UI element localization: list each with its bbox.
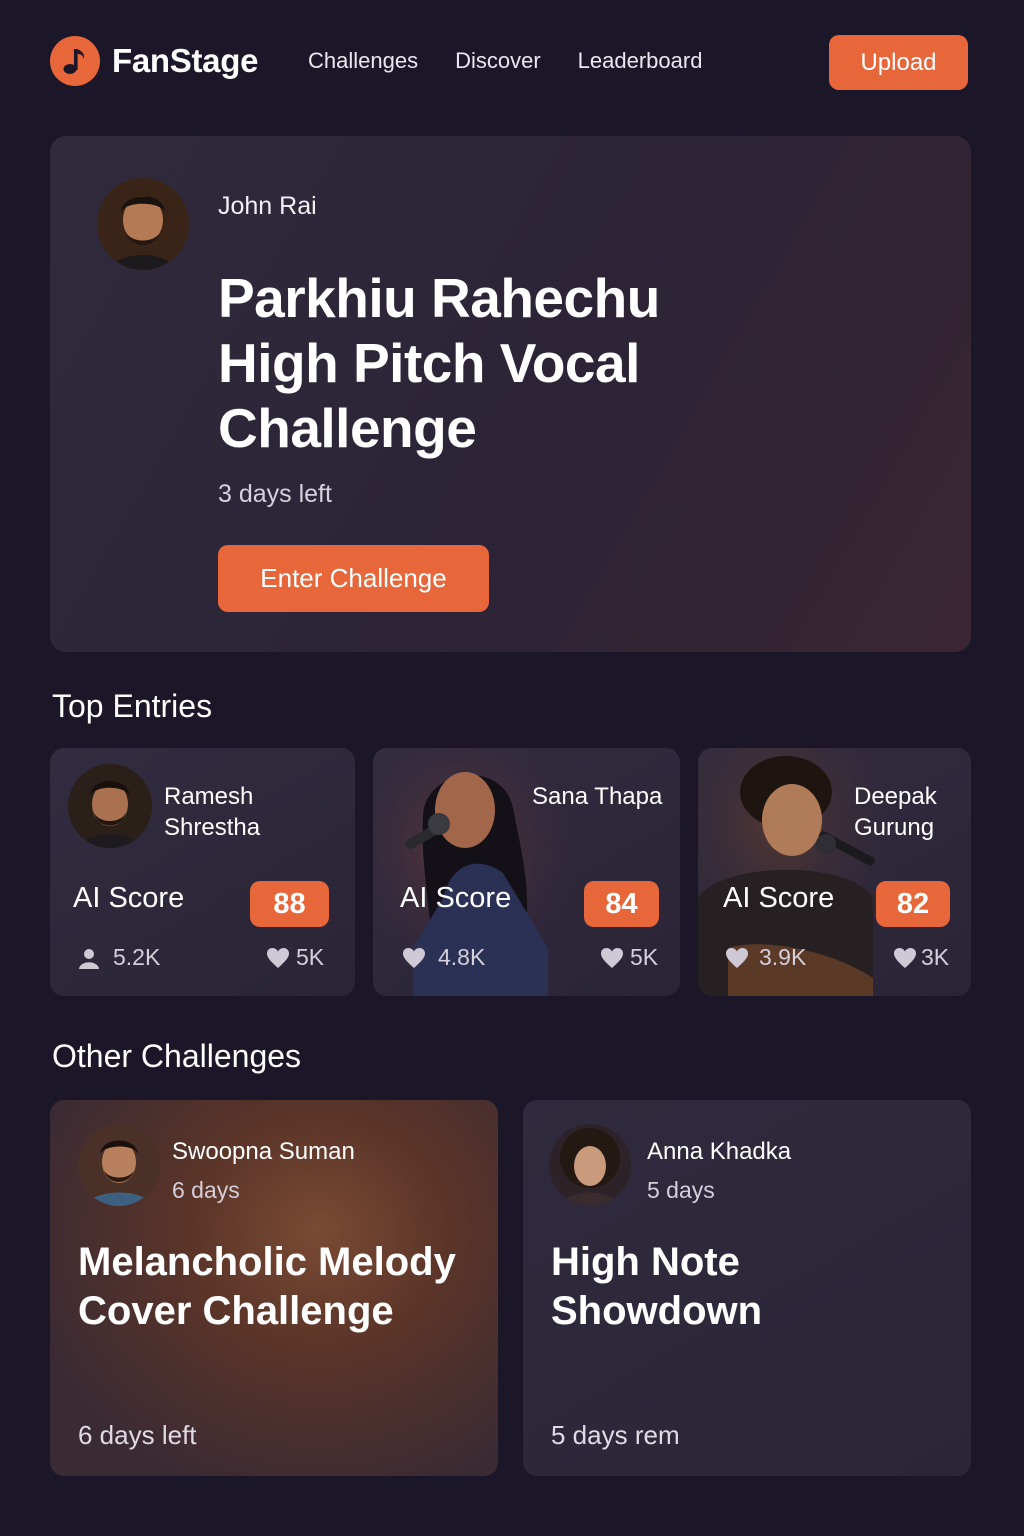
entry-card[interactable]: Deepak Gurung AI Score 82 3.9K 3K: [698, 748, 971, 996]
heart-icon: [402, 947, 426, 969]
entry-card[interactable]: Ramesh Shrestha AI Score 88 5.2K 5K: [50, 748, 355, 996]
ai-score-label: AI Score: [73, 882, 185, 914]
top-navigation-bar: FanStage Challenges Discover Leaderboard…: [0, 0, 1024, 130]
upload-button[interactable]: Upload: [829, 35, 968, 90]
avatar: [78, 1124, 160, 1206]
ai-score-badge: 82: [876, 881, 950, 927]
music-note-icon: [50, 36, 100, 86]
challenge-title: High Note Showdown: [551, 1240, 763, 1333]
challenge-author: Anna Khadka: [647, 1138, 792, 1165]
plays-count: 5.2K: [113, 944, 161, 970]
challenge-title: Melancholic Melody Cover Challenge: [78, 1240, 456, 1333]
likes-count: 3K: [921, 944, 950, 970]
plays-count: 4.8K: [438, 944, 486, 970]
heart-icon: [266, 947, 290, 969]
ai-score-badge: 88: [250, 881, 329, 927]
entry-artist-name: Ramesh Shrestha: [164, 783, 261, 841]
entry-card[interactable]: Sana Thapa AI Score 84 4.8K 5K: [373, 748, 680, 996]
entry-artist-name: Deepak Gurung: [854, 783, 937, 841]
brand-name: FanStage: [112, 42, 259, 79]
challenge-duration: 5 days: [647, 1177, 715, 1203]
challenge-author: Swoopna Suman: [172, 1138, 355, 1165]
plays-stat: 3.9K: [725, 944, 806, 971]
challenge-author[interactable]: John Rai: [218, 192, 317, 221]
heart-icon: [725, 947, 749, 969]
likes-count: 5K: [296, 944, 325, 970]
enter-challenge-button[interactable]: Enter Challenge: [218, 545, 489, 612]
ai-score-label: AI Score: [400, 882, 512, 914]
nav-challenges[interactable]: Challenges: [308, 48, 418, 74]
featured-challenge-card: John Rai Parkhiu Rahechu High Pitch Voca…: [50, 136, 971, 652]
time-left: 3 days left: [218, 480, 332, 508]
entry-artist-name: Sana Thapa: [532, 783, 663, 810]
section-heading-other-challenges: Other Challenges: [52, 1038, 302, 1074]
likes-stat: 5K: [600, 944, 658, 971]
likes-stat: 3K: [893, 944, 949, 971]
ai-score-badge: 84: [584, 881, 659, 927]
challenge-title: Parkhiu Rahechu High Pitch Vocal Challen…: [218, 267, 660, 459]
challenge-card[interactable]: Swoopna Suman 6 days Melancholic Melody …: [50, 1100, 498, 1476]
avatar[interactable]: [97, 178, 189, 270]
likes-count: 5K: [630, 944, 659, 970]
user-icon: [77, 946, 101, 970]
challenge-duration: 6 days: [172, 1177, 240, 1203]
heart-icon: [600, 947, 624, 969]
time-left: 5 days rem: [551, 1420, 680, 1450]
fanstage-home: FanStage Challenges Discover Leaderboard…: [0, 0, 1024, 1536]
avatar: [68, 764, 152, 848]
plays-stat: 5.2K: [77, 944, 160, 971]
avatar: [549, 1124, 631, 1206]
nav-discover[interactable]: Discover: [455, 48, 541, 74]
main-nav: Challenges Discover Leaderboard: [308, 48, 702, 74]
likes-stat: 5K: [266, 944, 324, 971]
plays-count: 3.9K: [759, 944, 807, 970]
section-heading-top-entries: Top Entries: [52, 688, 213, 724]
time-left: 6 days left: [78, 1420, 197, 1450]
challenge-card[interactable]: Anna Khadka 5 days High Note Showdown 5 …: [523, 1100, 971, 1476]
plays-stat: 4.8K: [402, 944, 485, 971]
heart-icon: [893, 947, 917, 969]
ai-score-label: AI Score: [723, 882, 835, 914]
brand-logo[interactable]: FanStage: [50, 36, 258, 86]
nav-leaderboard[interactable]: Leaderboard: [578, 48, 703, 74]
